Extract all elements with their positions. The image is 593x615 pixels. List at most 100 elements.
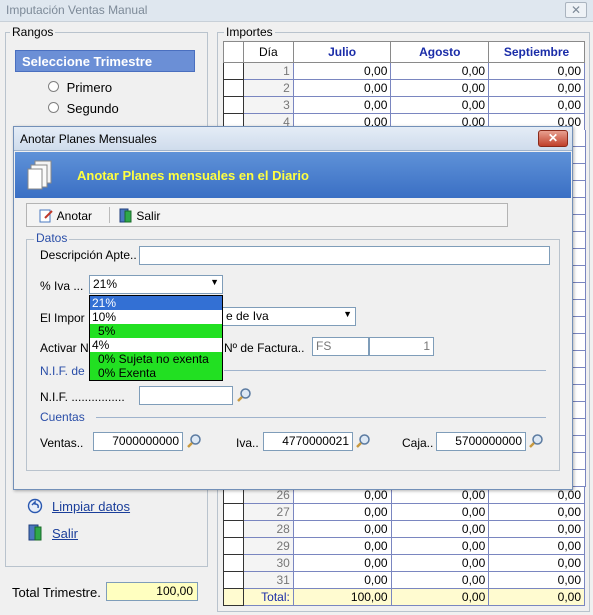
cell-importe[interactable]: 0,00 (292, 520, 392, 538)
row-selector[interactable] (223, 554, 244, 572)
ventas-input[interactable]: 7000000000 (93, 432, 183, 451)
row-selector[interactable] (223, 537, 244, 555)
cell-importe[interactable]: 0,00 (390, 79, 490, 97)
descripcion-input[interactable] (139, 246, 550, 265)
table-row[interactable]: 3 0,00 0,00 0,00 (223, 96, 585, 114)
iva-cuenta-input[interactable]: 4770000021 (263, 432, 353, 451)
dialog-close-button[interactable]: ✕ (538, 130, 568, 147)
col-agosto: Agosto (390, 41, 490, 63)
cell-importe[interactable]: 0,00 (292, 62, 392, 80)
dialog-salir-button[interactable]: Salir (119, 208, 160, 223)
cell-importe[interactable]: 0,00 (292, 79, 392, 97)
nif-input[interactable] (139, 386, 233, 405)
iva-option[interactable]: 21% (90, 296, 222, 310)
table-row[interactable]: 30 0,00 0,00 0,00 (223, 554, 585, 572)
cell-importe[interactable]: 0,00 (292, 554, 392, 572)
iva-option[interactable]: 5% (90, 324, 222, 338)
table-row[interactable]: 1 0,00 0,00 0,00 (223, 62, 585, 80)
table-cell-edge (572, 181, 586, 198)
importes-table-bottom: 26 0,00 0,00 0,00 27 0,00 0,00 0,00 28 0,00 0,00 0,… (223, 486, 585, 606)
ventas-label: Ventas.. (40, 436, 84, 450)
table-cell-edge (572, 215, 586, 232)
table-cell-edge (572, 351, 586, 368)
table-cell-edge (572, 402, 586, 419)
table-cell-edge (572, 436, 586, 453)
cell-importe[interactable]: 0,00 (488, 62, 585, 80)
table-row[interactable]: 2 0,00 0,00 0,00 (223, 79, 585, 97)
cell-importe[interactable]: 0,00 (292, 503, 392, 521)
cell-importe[interactable]: 0,00 (292, 96, 392, 114)
row-selector[interactable] (223, 571, 244, 589)
factura-numero-input[interactable]: 1 (369, 337, 434, 356)
cell-importe[interactable]: 0,00 (390, 537, 490, 555)
anotar-button[interactable]: Anotar (39, 208, 92, 223)
row-selector[interactable] (223, 96, 244, 114)
table-cell-edge (572, 266, 586, 283)
iva-select-value: 21% (93, 277, 118, 291)
search-icon[interactable] (236, 387, 252, 403)
cell-importe[interactable]: 0,00 (488, 537, 585, 555)
dialog-salir-label: Salir (136, 209, 161, 223)
importe-select[interactable]: e de Iva ▼ (222, 307, 356, 326)
table-row[interactable]: 27 0,00 0,00 0,00 (223, 503, 585, 521)
iva-option[interactable]: 4% (90, 338, 222, 352)
table-cell-edge (572, 453, 586, 470)
search-icon[interactable] (355, 433, 371, 449)
total-agosto: 0,00 (390, 588, 490, 606)
caja-input[interactable]: 5700000000 (436, 432, 526, 451)
anotar-planes-dialog: Anotar Planes Mensuales ✕ Anotar Planes … (13, 126, 573, 490)
row-selector[interactable] (223, 520, 244, 538)
cell-importe[interactable]: 0,00 (488, 79, 585, 97)
cell-importe[interactable]: 0,00 (488, 96, 585, 114)
cell-importe[interactable]: 0,00 (292, 571, 392, 589)
radio-primero[interactable]: Primero (48, 80, 112, 95)
table-row[interactable]: 31 0,00 0,00 0,00 (223, 571, 585, 589)
limpiar-datos-link[interactable]: Limpiar datos (27, 498, 130, 517)
cell-importe[interactable]: 0,00 (390, 62, 490, 80)
importes-label: Importes (224, 25, 275, 39)
row-selector[interactable] (223, 62, 244, 80)
activar-label: Activar N (40, 341, 89, 355)
cell-importe[interactable]: 0,00 (390, 503, 490, 521)
cell-importe[interactable]: 0,00 (488, 503, 585, 521)
cell-dia: 27 (242, 503, 294, 521)
window-close-button[interactable]: ✕ (565, 2, 587, 18)
factura-serie-input[interactable]: FS (312, 337, 369, 356)
row-selector[interactable] (223, 79, 244, 97)
window-titlebar: Imputación Ventas Manual ✕ (0, 0, 593, 22)
iva-select[interactable]: 21% ▼ (89, 275, 223, 294)
cell-importe[interactable]: 0,00 (390, 96, 490, 114)
row-selector-header (223, 41, 244, 63)
cell-importe[interactable]: 0,00 (292, 537, 392, 555)
cell-importe[interactable]: 0,00 (390, 520, 490, 538)
dialog-title: Anotar Planes Mensuales (20, 132, 157, 146)
cell-importe[interactable]: 0,00 (390, 554, 490, 572)
iva-option[interactable]: 0% Sujeta no exenta (90, 352, 222, 366)
row-selector[interactable] (223, 503, 244, 521)
radio-label: Primero (66, 80, 113, 95)
search-icon[interactable] (186, 433, 202, 449)
table-row[interactable]: 29 0,00 0,00 0,00 (223, 537, 585, 555)
cell-importe[interactable]: 0,00 (488, 554, 585, 572)
cell-dia: 2 (242, 79, 294, 97)
radio-label: Segundo (66, 101, 119, 116)
cell-importe[interactable]: 0,00 (488, 571, 585, 589)
search-icon[interactable] (528, 433, 544, 449)
rangos-label: Rangos (10, 25, 56, 39)
nif-section-label: N.I.F. de (40, 364, 85, 378)
salir-link[interactable]: Salir (27, 524, 78, 545)
radio-segundo[interactable]: Segundo (48, 101, 119, 116)
datos-label: Datos (34, 231, 70, 245)
exit-door-icon (119, 208, 132, 223)
toolbar-separator (109, 207, 110, 223)
cell-importe[interactable]: 0,00 (390, 571, 490, 589)
cell-importe[interactable]: 0,00 (488, 520, 585, 538)
nif-separator (224, 370, 546, 371)
iva-cuenta-label: Iva.. (236, 436, 259, 450)
iva-option[interactable]: 0% Exenta (90, 366, 222, 380)
table-row[interactable]: 28 0,00 0,00 0,00 (223, 520, 585, 538)
table-cell-edge (572, 249, 586, 266)
table-cell-edge (572, 232, 586, 249)
dialog-titlebar: Anotar Planes Mensuales ✕ (14, 127, 572, 151)
iva-option[interactable]: 10% (90, 310, 222, 324)
